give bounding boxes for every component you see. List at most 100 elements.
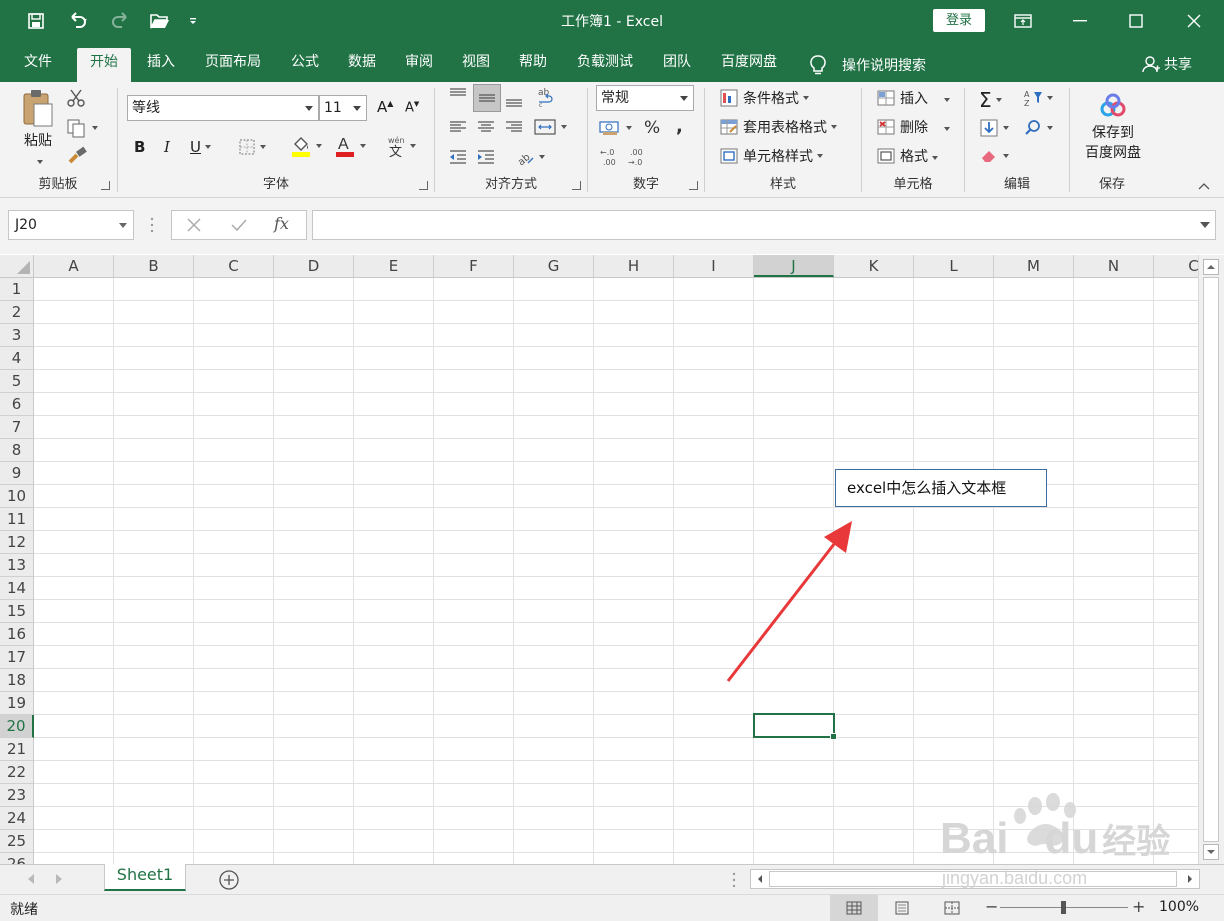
row-header-20[interactable]: 20 [0,715,34,738]
align-left-button[interactable] [447,116,469,138]
sheet-tab-sheet1[interactable]: Sheet1 [104,864,186,891]
row-header-24[interactable]: 24 [0,807,34,830]
prev-sheet-icon[interactable] [26,873,36,889]
column-header-n[interactable]: N [1074,255,1154,277]
worksheet-grid[interactable]: ABCDEFGHIJKLMNC excel中怎么插入文本框 1234567891… [0,255,1224,864]
align-right-button[interactable] [503,116,525,138]
row-header-16[interactable]: 16 [0,623,34,646]
save-to-baidu-button[interactable]: 保存到 百度网盘 [1078,92,1148,162]
row-header-22[interactable]: 22 [0,761,34,784]
row-header-18[interactable]: 18 [0,669,34,692]
horizontal-scroll-thumb[interactable] [769,871,1177,887]
row-header-6[interactable]: 6 [0,393,34,416]
share-button[interactable]: 共享 [1142,54,1192,74]
name-box-dropdown-icon[interactable] [119,223,127,228]
zoom-slider[interactable] [1000,901,1128,914]
row-header-17[interactable]: 17 [0,646,34,669]
orientation-button[interactable]: ab [513,146,545,168]
cell-styles-button[interactable]: 单元格样式 [719,146,823,166]
page-layout-view-button[interactable] [894,901,910,919]
paste-button[interactable]: 粘贴 [16,88,60,168]
tab-file[interactable]: 文件 [14,48,62,82]
autosum-button[interactable]: Σ [979,88,1002,112]
column-header-d[interactable]: D [274,255,354,277]
percent-style-button[interactable]: % [644,118,660,138]
format-painter-button[interactable] [66,146,88,166]
fill-color-button[interactable] [290,134,322,158]
cancel-icon[interactable] [186,217,202,237]
fill-button[interactable] [979,118,1009,138]
comma-style-button[interactable]: , [676,116,683,137]
selected-cell-j20[interactable] [753,713,837,740]
row-header-12[interactable]: 12 [0,531,34,554]
enter-check-icon[interactable] [230,217,248,237]
page-break-view-button[interactable] [944,901,960,919]
column-header-g[interactable]: G [514,255,594,277]
maximize-icon[interactable] [1116,6,1156,36]
alignment-launcher-icon[interactable] [572,181,581,190]
expand-formula-icon[interactable] [1200,222,1210,228]
align-middle-button[interactable] [473,84,501,112]
column-header-a[interactable]: A [34,255,114,277]
formula-bar-grip[interactable] [150,216,154,234]
tab-home[interactable]: 开始 [77,48,131,82]
column-header-f[interactable]: F [434,255,514,277]
column-header-l[interactable]: L [914,255,994,277]
tab-team[interactable]: 团队 [654,48,700,82]
row-header-23[interactable]: 23 [0,784,34,807]
row-header-7[interactable]: 7 [0,416,34,439]
align-center-button[interactable] [475,116,497,138]
merge-center-button[interactable] [533,116,567,138]
minimize-icon[interactable] [1060,6,1100,36]
wrap-text-button[interactable]: ab c [535,86,557,108]
collapse-ribbon-button[interactable] [1198,182,1210,190]
zoom-in-button[interactable]: + [1132,897,1145,916]
row-header-10[interactable]: 10 [0,485,34,508]
italic-button[interactable]: I [164,138,170,156]
format-as-table-button[interactable]: 套用表格格式 [719,117,837,137]
decrease-font-button[interactable]: A▼ [405,100,419,115]
font-launcher-icon[interactable] [419,181,428,190]
formula-input[interactable] [312,210,1216,240]
horizontal-scrollbar[interactable] [750,869,1200,889]
phonetic-guide-button[interactable]: wén 文 [386,134,416,158]
font-color-button[interactable]: A [334,134,366,158]
row-header-2[interactable]: 2 [0,301,34,324]
tab-data[interactable]: 数据 [339,48,385,82]
cut-button[interactable] [66,88,86,108]
close-icon[interactable] [1174,6,1214,36]
insert-function-button[interactable]: fx [274,214,289,233]
decrease-decimal-button[interactable]: .00 →.0 [626,146,650,168]
new-sheet-button[interactable] [218,869,240,895]
row-header-19[interactable]: 19 [0,692,34,715]
sort-filter-button[interactable]: AZ [1023,88,1053,108]
next-sheet-icon[interactable] [54,873,64,889]
normal-view-button[interactable] [830,895,878,921]
tab-load-test[interactable]: 负载测试 [568,48,642,82]
font-size-select[interactable]: 11 [319,95,367,121]
column-header-k[interactable]: K [834,255,914,277]
column-header-j[interactable]: J [754,255,834,277]
row-header-9[interactable]: 9 [0,462,34,485]
column-header-c[interactable]: C [194,255,274,277]
number-launcher-icon[interactable] [689,181,698,190]
row-header-3[interactable]: 3 [0,324,34,347]
column-header-b[interactable]: B [114,255,194,277]
row-header-11[interactable]: 11 [0,508,34,531]
vertical-scroll-thumb[interactable] [1203,277,1219,842]
row-header-1[interactable]: 1 [0,278,34,301]
row-header-14[interactable]: 14 [0,577,34,600]
accounting-format-button[interactable] [598,118,632,138]
decrease-indent-button[interactable] [447,146,469,168]
select-all-button[interactable] [0,255,34,277]
tab-baidu-netdisk[interactable]: 百度网盘 [712,48,786,82]
find-select-button[interactable] [1023,118,1053,138]
clear-button[interactable] [979,146,1009,166]
number-format-select[interactable]: 常规 [596,85,694,111]
increase-font-button[interactable]: A▲ [377,98,393,116]
copy-button[interactable] [66,118,98,138]
delete-cells-button[interactable]: 删除 [876,117,950,137]
bold-button[interactable]: B [134,138,145,156]
zoom-slider-thumb[interactable] [1061,901,1066,914]
scroll-down-button[interactable] [1203,844,1219,860]
